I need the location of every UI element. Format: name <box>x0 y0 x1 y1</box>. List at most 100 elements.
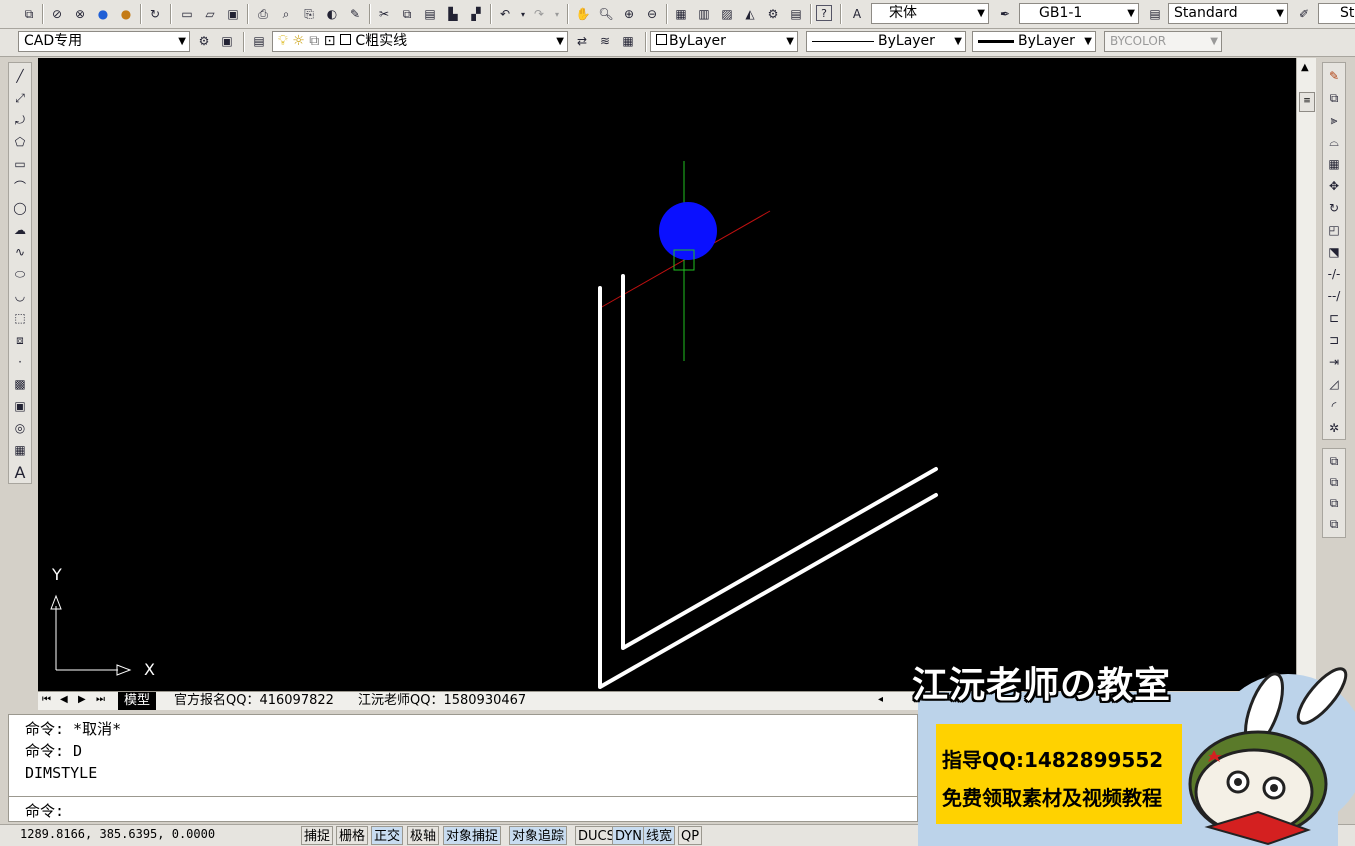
block-editor-icon[interactable]: ▞ <box>467 5 485 23</box>
bring-to-front-icon[interactable]: ⧉ <box>1325 452 1343 470</box>
revision-cloud-icon[interactable]: ☁ <box>11 221 29 239</box>
polar-toggle[interactable]: 极轴 <box>407 826 440 845</box>
stretch-icon[interactable]: ⬔ <box>1325 243 1343 261</box>
scale-icon[interactable]: ◰ <box>1325 221 1343 239</box>
qp-toggle[interactable]: QP <box>678 826 703 845</box>
zoom-previous-icon[interactable]: ⊖ <box>643 5 661 23</box>
tab-layout2[interactable]: 江沅老师QQ：1580930467 <box>352 692 532 710</box>
color-select[interactable]: ByLayer ▼ <box>650 31 798 52</box>
scroll-thumb[interactable]: ≡ <box>1299 92 1315 112</box>
tab-next-icon[interactable]: ▶ <box>78 694 86 705</box>
layer-state-icon[interactable]: ▦ <box>619 32 637 50</box>
ellipse-arc-icon[interactable]: ◡ <box>11 287 29 305</box>
layer-freeze-icon[interactable]: ⊗ <box>71 5 89 23</box>
point-icon[interactable]: · <box>11 353 29 371</box>
circle-icon[interactable]: ◯ <box>11 199 29 217</box>
markup-icon[interactable]: ⚙ <box>764 5 782 23</box>
tab-layout1[interactable]: 官方报名QQ：416097822 <box>168 692 340 710</box>
workspace-settings-icon[interactable]: ⚙ <box>195 32 213 50</box>
new-file-icon[interactable]: ▭ <box>178 5 196 23</box>
etransmit-icon[interactable]: ✎ <box>346 5 364 23</box>
render-sphere-icon[interactable]: ● <box>117 5 135 23</box>
table-icon[interactable]: ▦ <box>11 441 29 459</box>
paste-icon[interactable]: ▤ <box>421 5 439 23</box>
extra-style-select[interactable]: St <box>1318 3 1355 24</box>
3d-dwf-icon[interactable]: ◐ <box>323 5 341 23</box>
hscroll-left-icon[interactable]: ◂ <box>878 694 883 705</box>
erase-icon[interactable]: ✎ <box>1325 67 1343 85</box>
command-window[interactable]: 命令: *取消* 命令: D DIMSTYLE 命令: <box>8 714 918 822</box>
text-style-select[interactable]: GB1-1 ▼ <box>1019 3 1139 24</box>
make-layer-current-icon[interactable]: ⇄ <box>573 32 591 50</box>
otrack-toggle[interactable]: 对象追踪 <box>509 826 568 845</box>
table-style-icon[interactable]: ▤ <box>1146 5 1164 23</box>
undo-icon[interactable]: ↶ <box>496 5 514 23</box>
design-center-icon[interactable]: ▥ <box>695 5 713 23</box>
publish-icon[interactable]: ⎘ <box>300 5 318 23</box>
coordinate-readout[interactable]: 1289.8166, 385.6395, 0.0000 <box>20 827 215 841</box>
break-icon[interactable]: ⊐ <box>1325 331 1343 349</box>
dyn-toggle[interactable]: DYN <box>612 826 645 845</box>
tab-prev-icon[interactable]: ◀ <box>60 694 68 705</box>
blue-sphere-icon[interactable]: ● <box>94 5 112 23</box>
font-select[interactable]: 宋体 ▼ <box>871 3 989 24</box>
line-icon[interactable]: ╱ <box>11 67 29 85</box>
layer-manager-icon[interactable]: ▤ <box>250 32 268 50</box>
region-icon[interactable]: ◎ <box>11 419 29 437</box>
copy-icon[interactable]: ⧉ <box>398 5 416 23</box>
print-preview-icon[interactable]: ⌕ <box>277 5 295 23</box>
calculator-icon[interactable]: ▤ <box>787 5 805 23</box>
grid-toggle[interactable]: 栅格 <box>336 826 369 845</box>
rectangle-icon[interactable]: ▭ <box>11 155 29 173</box>
multiline-text-icon[interactable]: A <box>11 463 29 482</box>
polygon-icon[interactable]: ⬠ <box>11 133 29 151</box>
polyline-icon[interactable]: ⤾ <box>11 111 29 129</box>
array-icon[interactable]: ▦ <box>1325 155 1343 173</box>
fillet-icon[interactable]: ◜ <box>1325 397 1343 415</box>
command-prompt[interactable]: 命令: <box>25 800 64 821</box>
save-icon[interactable]: ▣ <box>224 5 242 23</box>
pan-icon[interactable]: ✋ <box>574 5 592 23</box>
lineweight-select[interactable]: ByLayer ▼ <box>972 31 1096 52</box>
make-block-icon[interactable]: ⧈ <box>11 331 29 349</box>
osnap-toggle[interactable]: 对象捕捉 <box>443 826 502 845</box>
lineweight-toggle[interactable]: 线宽 <box>643 826 676 845</box>
chamfer-icon[interactable]: ◿ <box>1325 375 1343 393</box>
refresh-icon[interactable]: ↻ <box>146 5 164 23</box>
ortho-toggle[interactable]: 正交 <box>371 826 404 845</box>
open-file-icon[interactable]: ▱ <box>201 5 219 23</box>
move-icon[interactable]: ✥ <box>1325 177 1343 195</box>
layer-select[interactable]: 💡︎ ☼ ⧉ ⊡ C粗实线 ▼ <box>272 31 568 52</box>
zoom-window-icon[interactable]: ⊕ <box>620 5 638 23</box>
send-to-back-icon[interactable]: ⧉ <box>1325 473 1343 491</box>
hatch-icon[interactable]: ▩ <box>11 375 29 393</box>
explode-icon[interactable]: ✲ <box>1325 419 1343 437</box>
scroll-up-icon[interactable]: ▲ <box>1301 62 1309 73</box>
extend-icon[interactable]: --/ <box>1325 287 1343 305</box>
break-at-point-icon[interactable]: ⊏ <box>1325 309 1343 327</box>
redo-dropdown-icon[interactable]: ▾ <box>548 5 566 23</box>
properties-icon[interactable]: ▦ <box>672 5 690 23</box>
dim-style-select[interactable]: Standard ▼ <box>1168 3 1288 24</box>
construction-line-icon[interactable]: ⤢ <box>11 89 29 107</box>
tab-model[interactable]: 模型 <box>118 692 157 710</box>
dim-style-icon[interactable]: ✒ <box>996 5 1014 23</box>
layer-previous-icon[interactable]: ≋ <box>596 32 614 50</box>
new-window-icon[interactable]: ⧉ <box>20 5 38 23</box>
zoom-realtime-icon[interactable]: 🔍︎ <box>597 5 615 23</box>
copy-object-icon[interactable]: ⧉ <box>1325 89 1343 107</box>
rotate-icon[interactable]: ↻ <box>1325 199 1343 217</box>
linetype-select[interactable]: ByLayer ▼ <box>806 31 966 52</box>
layer-off-icon[interactable]: ⊘ <box>48 5 66 23</box>
mirror-icon[interactable]: ⫸ <box>1325 111 1343 129</box>
cut-icon[interactable]: ✂ <box>375 5 393 23</box>
spline-icon[interactable]: ∿ <box>11 243 29 261</box>
ellipse-icon[interactable]: ⬭ <box>11 265 29 283</box>
tab-first-icon[interactable]: ⏮ <box>42 694 51 705</box>
snap-toggle[interactable]: 捕捉 <box>301 826 334 845</box>
multileader-style-icon[interactable]: ✐ <box>1295 5 1313 23</box>
trim-icon[interactable]: -/- <box>1325 265 1343 283</box>
send-under-icon[interactable]: ⧉ <box>1325 515 1343 533</box>
help-icon[interactable]: ? <box>816 5 832 21</box>
text-style-icon[interactable]: A <box>848 5 866 23</box>
